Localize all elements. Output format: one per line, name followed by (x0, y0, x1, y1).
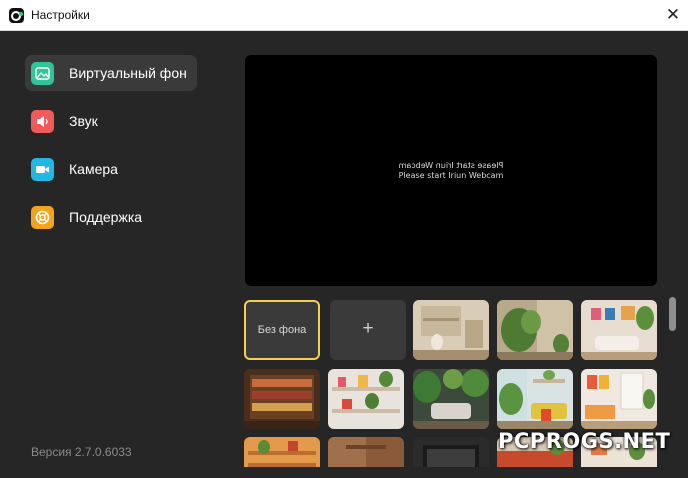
background-thumbnail[interactable] (328, 437, 404, 467)
gallery-scrollbar[interactable] (669, 297, 676, 331)
plus-icon: + (362, 318, 374, 339)
background-thumbnail[interactable] (497, 300, 573, 360)
sidebar-item-label: Звук (69, 113, 98, 129)
no-background-label: Без фона (257, 324, 307, 336)
lifebuoy-icon (31, 206, 54, 229)
sidebar-item-label: Поддержка (69, 209, 143, 225)
title-bar: Настройки ✕ (0, 0, 688, 31)
add-background-button[interactable]: + (330, 300, 406, 360)
background-thumbnail[interactable] (497, 369, 573, 429)
background-thumbnail[interactable] (581, 369, 657, 429)
sidebar-item-support[interactable]: Поддержка (25, 199, 197, 235)
watermark-text: PCPROGS.NET (498, 429, 671, 453)
speaker-icon (31, 110, 54, 133)
camera-icon (31, 158, 54, 181)
sidebar: Виртуальный фон Звук Камера Поддержка Ве… (0, 31, 225, 478)
version-label: Версия 2.7.0.6033 (31, 445, 132, 459)
background-thumbnail[interactable] (328, 369, 404, 429)
background-thumbnail[interactable] (413, 300, 489, 360)
no-background-tile[interactable]: Без фона (244, 300, 320, 360)
sidebar-item-sound[interactable]: Звук (25, 103, 197, 139)
background-thumbnail[interactable] (413, 369, 489, 429)
sidebar-item-virtual-background[interactable]: Виртуальный фон (25, 55, 197, 91)
preview-message: Please start Iriun Webcam (398, 171, 504, 180)
background-thumbnail[interactable] (244, 369, 320, 429)
background-thumbnail[interactable] (581, 300, 657, 360)
window-title: Настройки (31, 8, 90, 22)
sidebar-item-label: Виртуальный фон (69, 65, 187, 81)
background-thumbnail[interactable] (244, 437, 320, 467)
app-logo-icon (9, 8, 24, 23)
background-thumbnail[interactable] (413, 437, 489, 467)
sidebar-item-label: Камера (69, 161, 118, 177)
preview-message-mirrored: Please start Iriun Webcam (398, 161, 504, 170)
close-button[interactable]: ✕ (658, 0, 688, 31)
image-icon (31, 62, 54, 85)
camera-preview: Please start Iriun Webcam Please start I… (245, 55, 657, 286)
sidebar-item-camera[interactable]: Камера (25, 151, 197, 187)
